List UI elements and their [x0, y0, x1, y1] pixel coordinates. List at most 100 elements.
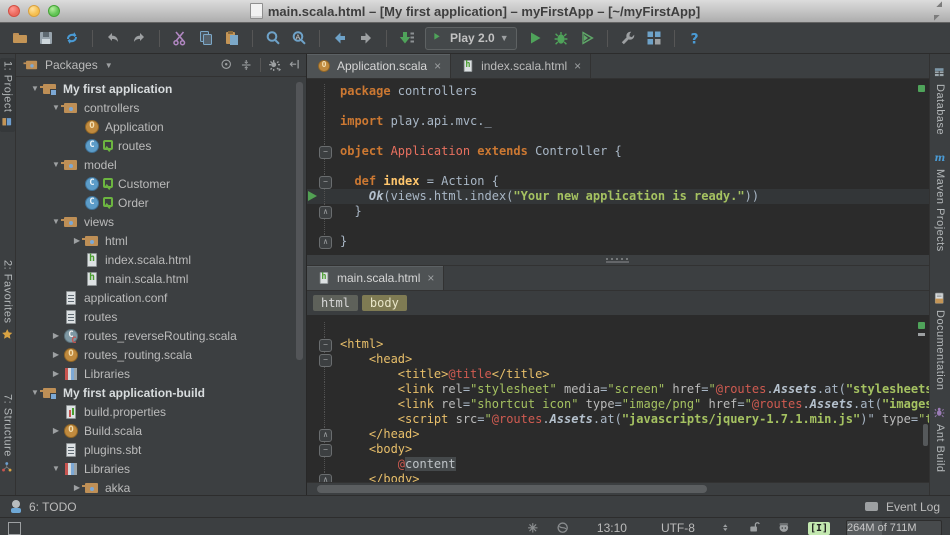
fullscreen-icon[interactable]: [932, 5, 944, 17]
fold-end-icon[interactable]: ∧: [319, 474, 332, 482]
tool-button-ant-build[interactable]: Ant Build: [933, 406, 947, 473]
forward-button[interactable]: [354, 26, 378, 50]
fold-collapse-icon[interactable]: −: [319, 339, 332, 352]
view-selector[interactable]: Packages: [45, 58, 98, 72]
back-button[interactable]: [328, 26, 352, 50]
coverage-button[interactable]: [575, 26, 599, 50]
line-separator-icon[interactable]: [721, 523, 732, 534]
horizontal-scrollbar[interactable]: [307, 482, 929, 495]
chevron-down-icon[interactable]: ▼: [49, 217, 63, 226]
tree-item-views[interactable]: ▼views: [16, 212, 306, 231]
fold-end-icon[interactable]: ∧: [319, 206, 332, 219]
tool-button-documentation[interactable]: Documentation: [933, 292, 947, 391]
locate-icon[interactable]: [220, 58, 234, 72]
tree-item-customer[interactable]: Customer: [16, 174, 306, 193]
undo-button[interactable]: [101, 26, 125, 50]
fold-collapse-icon[interactable]: −: [319, 444, 332, 457]
encoding-selector[interactable]: UTF-8: [661, 521, 695, 535]
tree-item-application[interactable]: Application: [16, 117, 306, 136]
settings-gear-icon[interactable]: [267, 58, 282, 73]
tree-item-main-scala-html[interactable]: main.scala.html: [16, 269, 306, 288]
save-button[interactable]: [34, 26, 58, 50]
chevron-right-icon[interactable]: ▶: [49, 426, 63, 435]
chevron-down-icon[interactable]: ▼: [49, 464, 63, 473]
chevron-right-icon[interactable]: ▶: [70, 236, 84, 245]
tree-item-akka[interactable]: ▶akka: [16, 478, 306, 495]
chevron-down-icon[interactable]: ▼: [49, 103, 63, 112]
chevron-right-icon[interactable]: ▶: [70, 483, 84, 492]
code-editor-application-scala[interactable]: package controllersimport play.api.mvc._…: [307, 79, 929, 254]
chevron-down-icon[interactable]: ▼: [105, 61, 113, 70]
tree-item-build-properties[interactable]: build.properties: [16, 402, 306, 421]
fold-collapse-icon[interactable]: −: [319, 354, 332, 367]
tree-item-index-scala-html[interactable]: index.scala.html: [16, 250, 306, 269]
tree-item-controllers[interactable]: ▼controllers: [16, 98, 306, 117]
sync-button[interactable]: [60, 26, 84, 50]
breadcrumb-body[interactable]: body: [362, 295, 407, 311]
tab-application-scala[interactable]: Application.scala×: [307, 54, 451, 78]
breadcrumb-html[interactable]: html: [313, 295, 358, 311]
tool-button-1-project[interactable]: 1: Project: [0, 58, 15, 132]
code-editor-main-scala-html[interactable]: −<html>− <head> <title>@title</title> <l…: [307, 316, 929, 482]
tree-item-routes[interactable]: routes: [16, 307, 306, 326]
collapse-all-icon[interactable]: [240, 58, 254, 72]
close-icon[interactable]: ×: [434, 59, 441, 73]
paste-button[interactable]: [220, 26, 244, 50]
tree-item-order[interactable]: Order: [16, 193, 306, 212]
toggle-tool-buttons-icon[interactable]: [8, 522, 21, 535]
tree-item-libraries[interactable]: ▼Libraries: [16, 459, 306, 478]
redo-button[interactable]: [127, 26, 151, 50]
cut-button[interactable]: [168, 26, 192, 50]
debug-button[interactable]: [549, 26, 573, 50]
vim-insert-indicator[interactable]: [I]: [808, 522, 830, 535]
title-bar[interactable]: main.scala.html – [My first application]…: [0, 0, 950, 23]
tree-scrollbar[interactable]: [296, 82, 303, 360]
tree-item-routes[interactable]: routes: [16, 136, 306, 155]
tree-item-plugins-sbt[interactable]: plugins.sbt: [16, 440, 306, 459]
chevron-down-icon[interactable]: ▼: [49, 160, 63, 169]
tree-item-model[interactable]: ▼model: [16, 155, 306, 174]
help-button[interactable]: ?: [683, 26, 707, 50]
background-tasks-icon[interactable]: [556, 521, 571, 535]
hide-panel-icon[interactable]: [288, 58, 302, 72]
find-button[interactable]: [261, 26, 285, 50]
fold-end-icon[interactable]: ∧: [319, 429, 332, 442]
run-marker-icon[interactable]: [308, 191, 317, 201]
tree-item-libraries[interactable]: ▶Libraries: [16, 364, 306, 383]
replace-button[interactable]: A: [287, 26, 311, 50]
tool-button-7-structure[interactable]: 7: Structure: [1, 394, 14, 474]
chevron-right-icon[interactable]: ▶: [49, 331, 63, 340]
tree-item-routes-routing-scala[interactable]: ▶routes_routing.scala: [16, 345, 306, 364]
chevron-right-icon[interactable]: ▶: [49, 350, 63, 359]
todo-button[interactable]: 6: TODO: [29, 500, 77, 514]
horizontal-scrollbar-thumb[interactable]: [317, 485, 707, 493]
chevron-right-icon[interactable]: ▶: [49, 369, 63, 378]
compile-button[interactable]: [395, 26, 419, 50]
tab-main-scala-html[interactable]: main.scala.html×: [307, 266, 444, 290]
unlocked-icon[interactable]: [748, 521, 762, 535]
project-structure-button[interactable]: [642, 26, 666, 50]
tree-item-build-scala[interactable]: ▶Build.scala: [16, 421, 306, 440]
copy-button[interactable]: [194, 26, 218, 50]
chevron-down-icon[interactable]: ▼: [28, 388, 42, 397]
fold-end-icon[interactable]: ∧: [319, 236, 332, 249]
highlighting-level-icon[interactable]: [778, 521, 792, 535]
run-configuration-select[interactable]: Play 2.0▼: [425, 27, 517, 50]
tree-item-html[interactable]: ▶html: [16, 231, 306, 250]
tool-button-maven-projects[interactable]: mMaven Projects: [933, 151, 947, 252]
vertical-scrollbar-thumb[interactable]: [923, 424, 928, 446]
event-log-button[interactable]: Event Log: [886, 500, 940, 514]
fold-collapse-icon[interactable]: −: [319, 176, 332, 189]
open-button[interactable]: [8, 26, 32, 50]
settings-button[interactable]: [616, 26, 640, 50]
close-icon[interactable]: ×: [427, 271, 434, 285]
memory-indicator[interactable]: 264M of 711M: [846, 520, 942, 535]
chevron-down-icon[interactable]: ▼: [28, 84, 42, 93]
tree-item-my-first-application[interactable]: ▼My first application: [16, 79, 306, 98]
tree-item-routes-reverserouting-scala[interactable]: ▶routes_reverseRouting.scala: [16, 326, 306, 345]
close-icon[interactable]: ×: [574, 59, 581, 73]
tree-item-application-conf[interactable]: application.conf: [16, 288, 306, 307]
tree-item-my-first-application-build[interactable]: ▼My first application-build: [16, 383, 306, 402]
editor-splitter[interactable]: [307, 254, 929, 266]
tool-button-2-favorites[interactable]: 2: Favorites: [1, 260, 15, 341]
